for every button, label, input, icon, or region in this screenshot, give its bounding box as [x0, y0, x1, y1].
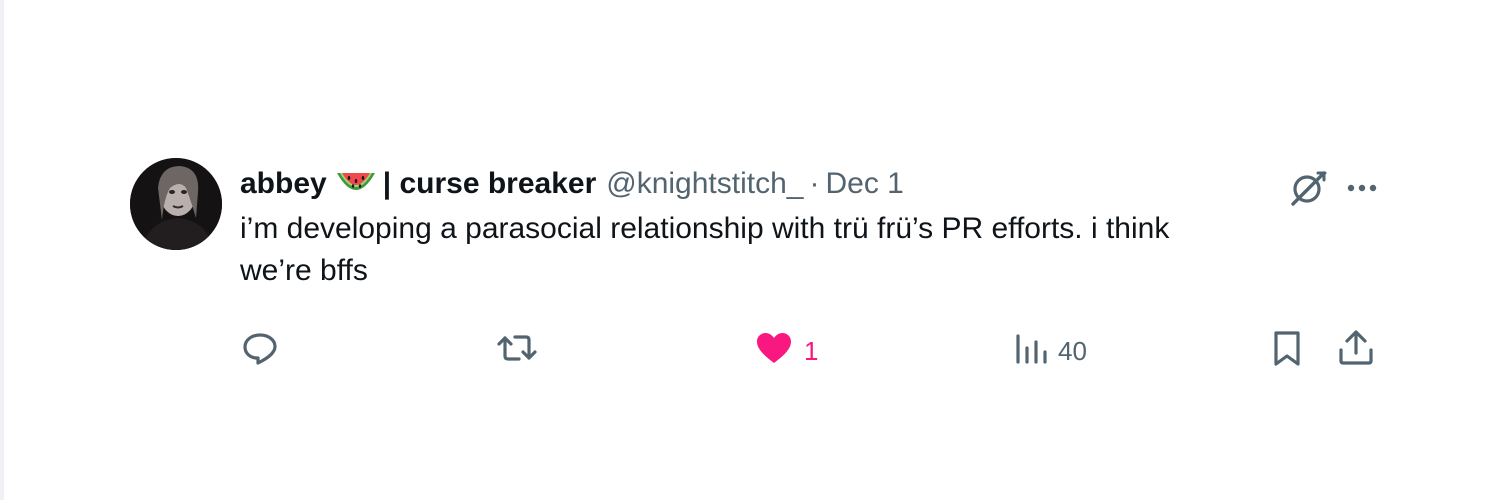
avatar[interactable]: [130, 158, 222, 250]
tweet-text-line-2: we’re bffs: [240, 254, 368, 287]
reply-button[interactable]: [240, 328, 290, 375]
repost-button[interactable]: [496, 328, 548, 375]
reply-icon: [240, 328, 280, 375]
grok-icon[interactable]: [1288, 168, 1328, 208]
header-separator: ·: [809, 167, 820, 200]
watermelon-icon: [335, 169, 377, 199]
more-icon[interactable]: [1346, 183, 1378, 193]
tweet-actions: 1 40: [240, 328, 1380, 368]
repost-icon: [496, 328, 538, 375]
like-count: 1: [804, 336, 819, 366]
display-name-suffix[interactable]: | curse breaker: [383, 164, 597, 204]
bookmark-icon: [1270, 328, 1304, 375]
views-icon: [1014, 328, 1048, 375]
tweet-text: i’m developing a parasocial relationship…: [240, 208, 1320, 292]
like-button[interactable]: 1: [754, 328, 818, 375]
tweet-date[interactable]: Dec 1: [825, 164, 903, 204]
share-button[interactable]: [1336, 328, 1376, 375]
tweet-text-line-1: i’m developing a parasocial relationship…: [240, 212, 1170, 245]
tweet-body: abbey | curse breaker @knightstitch_ · D…: [240, 164, 1377, 292]
heart-icon: [754, 328, 794, 375]
tweet-header: abbey | curse breaker @knightstitch_ · D…: [240, 164, 1370, 204]
display-name[interactable]: abbey: [240, 164, 327, 204]
views-button[interactable]: 40: [1014, 328, 1087, 375]
tweet-top-icons: [1288, 168, 1378, 208]
bookmark-button[interactable]: [1270, 328, 1304, 375]
views-count: 40: [1058, 336, 1087, 366]
user-handle[interactable]: @knightstitch_: [606, 164, 803, 204]
share-icon: [1336, 328, 1376, 375]
avatar-photo: [130, 158, 222, 250]
tweet-frame: abbey | curse breaker @knightstitch_ · D…: [0, 0, 1500, 500]
